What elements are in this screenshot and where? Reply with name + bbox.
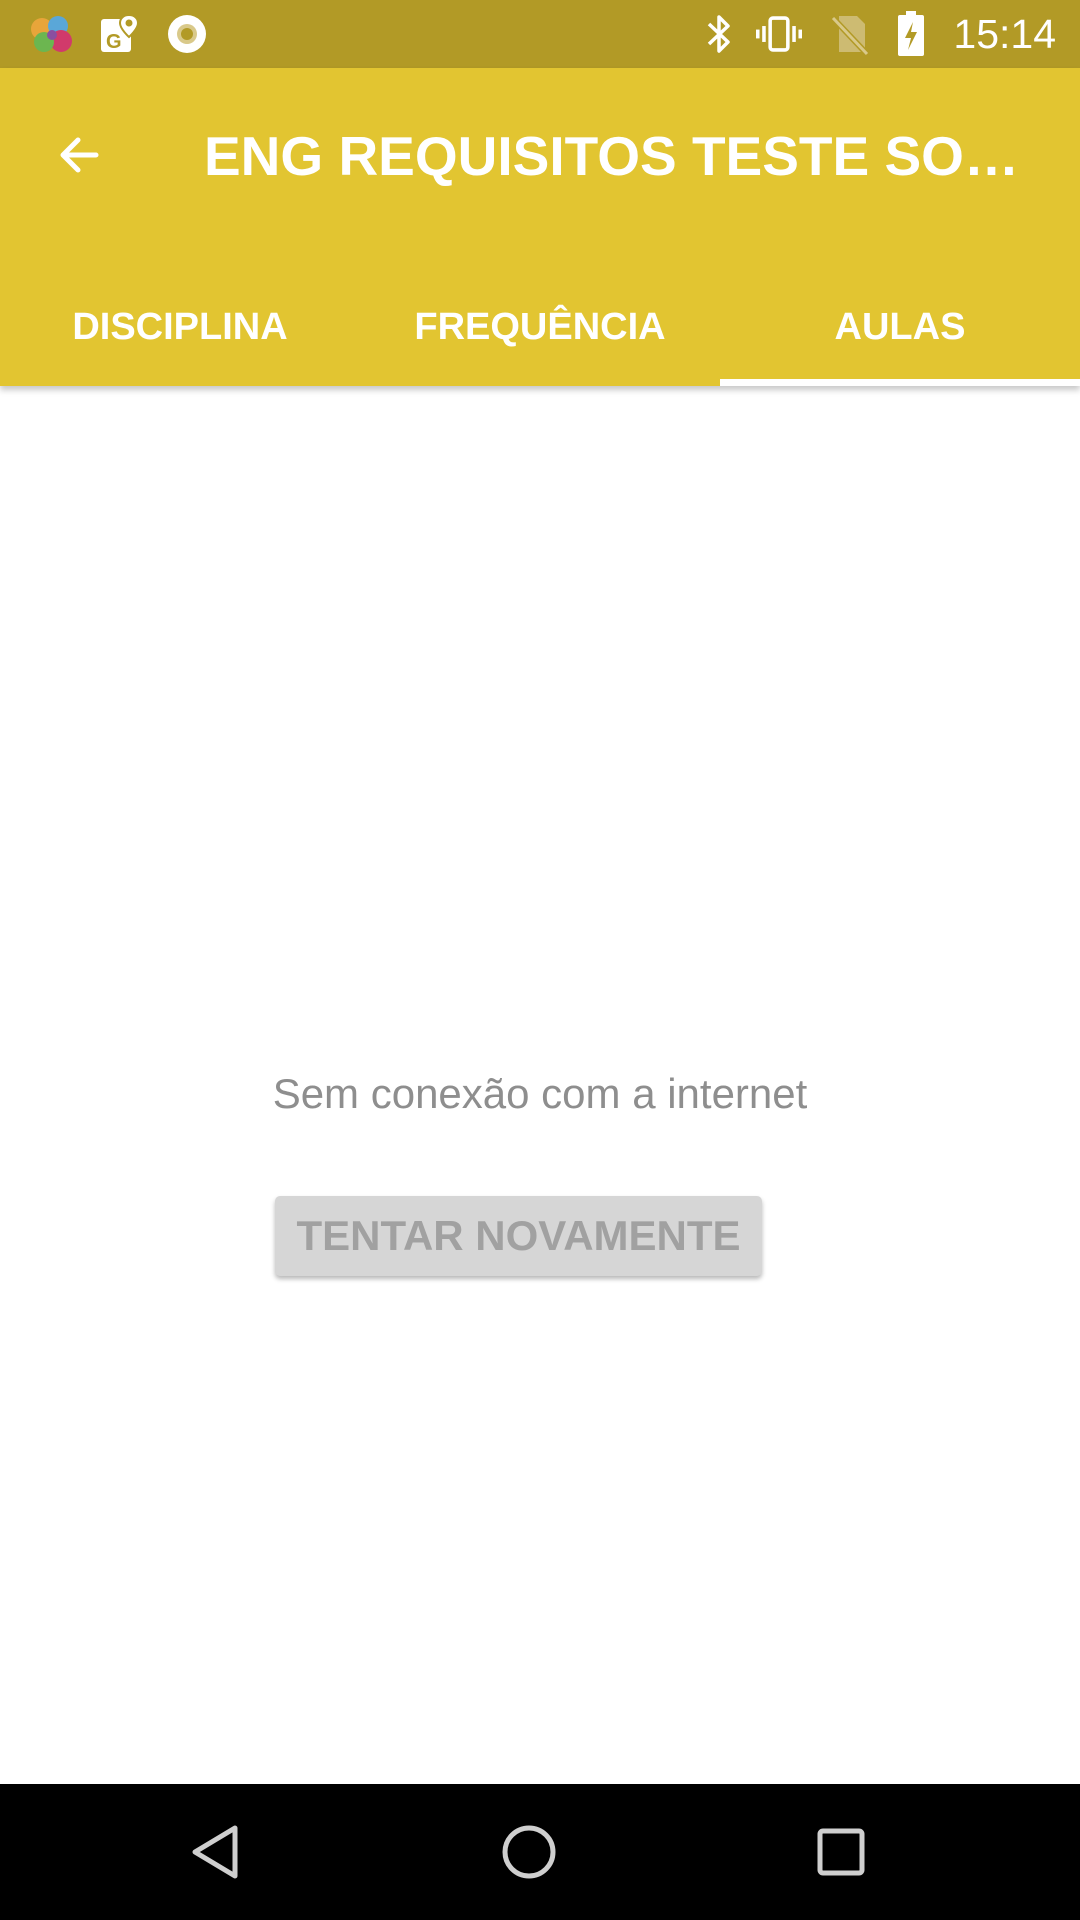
tab-label: FREQUÊNCIA [414,305,666,348]
recents-square-icon [817,1828,865,1876]
svg-text:G: G [106,31,122,53]
bluetooth-icon [696,11,742,57]
tab-selected-indicator [720,379,1080,386]
no-connection-message: Sem conexão com a internet [272,1070,808,1117]
retry-button[interactable]: TENTAR NOVAMENTE [275,1196,762,1276]
status-time: 15:14 [953,11,1056,57]
no-sim-icon [826,11,872,57]
tab-bar: DISCIPLINA FREQUÊNCIA AULAS [0,268,1080,386]
nav-back-button[interactable] [175,1812,255,1892]
navigation-bar [0,1784,1080,1920]
status-bar: G 15:14 [0,0,1080,68]
back-button[interactable] [40,115,120,195]
home-circle-icon [502,1825,556,1879]
nav-recents-button[interactable] [801,1812,881,1892]
tab-aulas[interactable]: AULAS [720,268,1080,386]
vibrate-icon [756,11,802,57]
tab-frequencia[interactable]: FREQUÊNCIA [360,268,720,386]
app-bar: ENG REQUISITOS TESTE SOFTWARE DISCIPLINA… [0,68,1080,386]
tab-label: AULAS [834,305,966,348]
maps-g-icon: G [96,11,142,57]
arrow-back-icon [60,137,99,173]
tab-disciplina[interactable]: DISCIPLINA [0,268,360,386]
battery-charging-icon [888,11,934,57]
back-triangle-icon [192,1825,238,1879]
colorful-app-icon [28,11,74,57]
record-circle-icon [164,11,210,57]
nav-home-button[interactable] [489,1812,569,1892]
page-title: ENG REQUISITOS TESTE SOFTWARE [204,125,1024,187]
tab-label: DISCIPLINA [72,305,288,348]
screen: G 15:14 ENG REQUISITOS TESTE SOFT DISCIP… [0,0,1080,1920]
